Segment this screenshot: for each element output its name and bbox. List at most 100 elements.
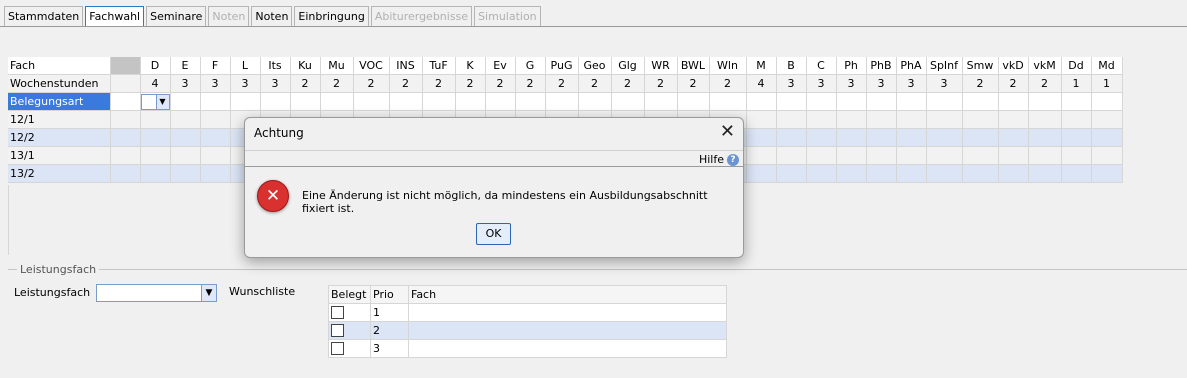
header-fach[interactable]: Fach — [408, 285, 727, 304]
grid-cell[interactable] — [200, 164, 231, 183]
grid-cell[interactable] — [290, 92, 321, 111]
grid-cell[interactable] — [170, 128, 201, 147]
grid-cell[interactable] — [896, 110, 927, 129]
grid-cell[interactable] — [806, 92, 837, 111]
belegt-checkbox[interactable] — [331, 306, 344, 320]
grid-cell[interactable] — [866, 146, 897, 165]
grid-cell[interactable] — [1091, 128, 1123, 147]
grid-cell[interactable] — [926, 110, 963, 129]
tab-einbringung[interactable]: Einbringung — [294, 6, 369, 27]
grid-cell[interactable] — [746, 128, 777, 147]
grid-cell[interactable] — [746, 146, 777, 165]
grid-cell[interactable] — [140, 164, 171, 183]
grid-cell[interactable] — [353, 92, 390, 111]
grid-cell[interactable] — [896, 92, 927, 111]
grid-cell[interactable] — [776, 110, 807, 129]
fach-cell[interactable] — [408, 303, 727, 322]
chevron-down-icon[interactable]: ▼ — [155, 94, 169, 109]
grid-cell[interactable] — [455, 92, 486, 111]
grid-cell[interactable] — [1091, 146, 1123, 165]
grid-cell[interactable] — [1028, 146, 1062, 165]
grid-cell[interactable] — [776, 146, 807, 165]
belegt-checkbox[interactable] — [331, 324, 344, 338]
grid-cell[interactable] — [746, 110, 777, 129]
help-link[interactable]: Hilfe ? — [699, 153, 739, 166]
grid-cell[interactable] — [746, 164, 777, 183]
grid-cell[interactable] — [776, 164, 807, 183]
grid-cell[interactable] — [962, 110, 999, 129]
row-label[interactable]: Belegungsart — [8, 92, 111, 111]
grid-cell[interactable] — [1091, 92, 1123, 111]
grid-cell[interactable] — [1061, 128, 1092, 147]
grid-cell[interactable] — [1091, 164, 1123, 183]
grid-cell[interactable] — [998, 92, 1029, 111]
ok-button[interactable]: OK — [476, 223, 511, 245]
grid-cell[interactable] — [170, 164, 201, 183]
grid-cell[interactable] — [998, 110, 1029, 129]
grid-cell[interactable] — [836, 128, 867, 147]
grid-cell[interactable] — [709, 92, 747, 111]
grid-cell[interactable] — [896, 146, 927, 165]
grid-cell[interactable] — [962, 146, 999, 165]
grid-cell[interactable] — [1028, 92, 1062, 111]
leistungsfach-select[interactable]: ▼ — [96, 284, 217, 302]
header-prio[interactable]: Prio — [370, 285, 409, 304]
grid-cell[interactable] — [677, 92, 710, 111]
grid-cell[interactable] — [962, 128, 999, 147]
grid-cell[interactable] — [926, 164, 963, 183]
grid-cell[interactable] — [1061, 146, 1092, 165]
help-icon[interactable]: ? — [727, 153, 739, 166]
grid-cell[interactable] — [836, 146, 867, 165]
grid-cell[interactable] — [836, 164, 867, 183]
grid-cell[interactable] — [866, 164, 897, 183]
fach-cell[interactable] — [408, 321, 727, 340]
grid-cell[interactable] — [962, 164, 999, 183]
table-row[interactable]: 3 — [328, 339, 727, 358]
table-row[interactable]: 2 — [328, 321, 727, 340]
grid-cell[interactable] — [170, 146, 201, 165]
belegt-checkbox[interactable] — [331, 342, 344, 356]
tab-seminare[interactable]: Seminare — [146, 6, 207, 27]
grid-cell[interactable] — [230, 92, 261, 111]
grid-cell[interactable] — [962, 92, 999, 111]
grid-cell[interactable] — [926, 92, 963, 111]
grid-cell[interactable] — [200, 92, 231, 111]
grid-cell[interactable] — [806, 146, 837, 165]
grid-cell[interactable] — [806, 164, 837, 183]
grid-cell[interactable] — [1061, 92, 1092, 111]
grid-cell[interactable] — [644, 92, 678, 111]
grid-cell[interactable] — [611, 92, 645, 111]
tab-noten[interactable]: Noten — [251, 6, 293, 27]
grid-cell[interactable] — [866, 128, 897, 147]
grid-cell[interactable] — [578, 92, 612, 111]
grid-cell[interactable] — [515, 92, 546, 111]
grid-cell[interactable] — [806, 110, 837, 129]
grid-cell[interactable] — [140, 128, 171, 147]
grid-cell[interactable] — [806, 128, 837, 147]
chevron-down-icon[interactable]: ▼ — [201, 285, 216, 301]
grid-cell[interactable] — [1061, 110, 1092, 129]
grid-cell[interactable] — [836, 110, 867, 129]
grid-cell[interactable] — [389, 92, 423, 111]
grid-cell[interactable] — [1028, 110, 1062, 129]
grid-cell[interactable] — [170, 92, 201, 111]
belegungsart-row[interactable]: Belegungsart ▼ — [8, 92, 1123, 111]
grid-cell[interactable]: ▼ — [140, 92, 171, 111]
grid-cell[interactable] — [320, 92, 354, 111]
grid-cell[interactable] — [1091, 110, 1123, 129]
grid-cell[interactable] — [422, 92, 456, 111]
grid-cell[interactable] — [545, 92, 579, 111]
grid-cell[interactable] — [140, 146, 171, 165]
grid-cell[interactable] — [998, 128, 1029, 147]
grid-cell[interactable] — [746, 92, 777, 111]
fach-cell[interactable] — [408, 339, 727, 358]
grid-cell[interactable] — [776, 128, 807, 147]
grid-cell[interactable] — [776, 92, 807, 111]
belegungsart-combo[interactable]: ▼ — [140, 93, 169, 110]
grid-cell[interactable] — [896, 128, 927, 147]
tab-fachwahl[interactable]: Fachwahl — [85, 6, 145, 27]
tab-stammdaten[interactable]: Stammdaten — [4, 6, 84, 27]
grid-cell[interactable] — [260, 92, 291, 111]
grid-cell[interactable] — [926, 146, 963, 165]
grid-cell[interactable] — [836, 92, 867, 111]
